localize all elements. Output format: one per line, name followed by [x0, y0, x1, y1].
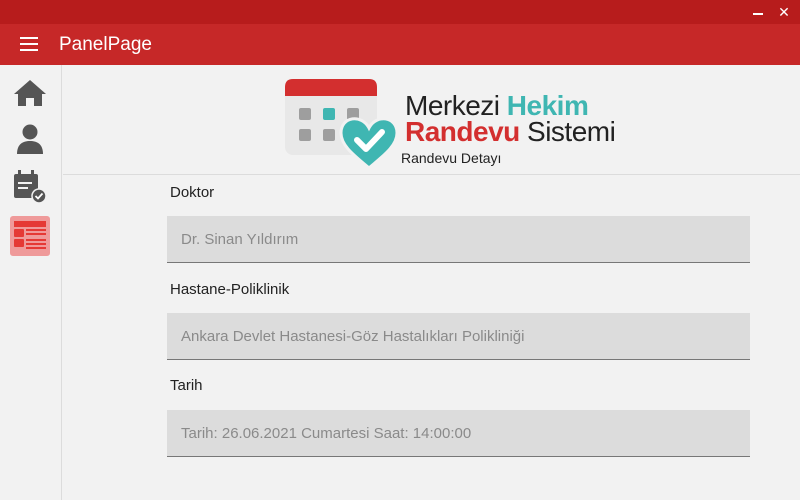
divider	[63, 174, 800, 175]
hospital-field[interactable]	[167, 313, 750, 359]
minimize-icon	[753, 13, 763, 15]
sidebar	[0, 65, 62, 500]
minimize-button[interactable]	[746, 0, 770, 24]
date-field[interactable]	[167, 410, 750, 456]
sidebar-item-home[interactable]	[10, 73, 50, 113]
doctor-field[interactable]	[167, 216, 750, 262]
page-subtitle: Randevu Detayı	[401, 150, 502, 166]
sidebar-item-profile[interactable]	[10, 119, 50, 159]
window-titlebar: ✕	[0, 0, 800, 24]
app-bar: PanelPage	[0, 24, 800, 65]
appointment-list-icon	[14, 221, 46, 249]
hospital-field-container	[167, 313, 750, 360]
close-button[interactable]: ✕	[772, 0, 796, 24]
sidebar-item-appointment-detail[interactable]	[10, 216, 50, 256]
calendar-heart-logo-icon	[285, 79, 399, 170]
doctor-label: Doktor	[170, 184, 215, 201]
user-icon	[17, 124, 43, 154]
home-icon	[14, 80, 46, 106]
date-label: Tarih	[170, 377, 203, 394]
main-content: Merkezi Hekim Randevu Sistemi Randevu De…	[63, 65, 800, 500]
hospital-label: Hastane-Poliklinik	[170, 281, 290, 298]
calendar-check-icon	[14, 170, 47, 204]
app-title: PanelPage	[59, 34, 152, 55]
sidebar-item-appointments[interactable]	[10, 166, 50, 206]
date-field-container	[167, 410, 750, 457]
logo-title-line2: Randevu Sistemi	[405, 116, 616, 147]
hamburger-icon[interactable]	[20, 37, 38, 51]
doctor-field-container	[167, 216, 750, 263]
